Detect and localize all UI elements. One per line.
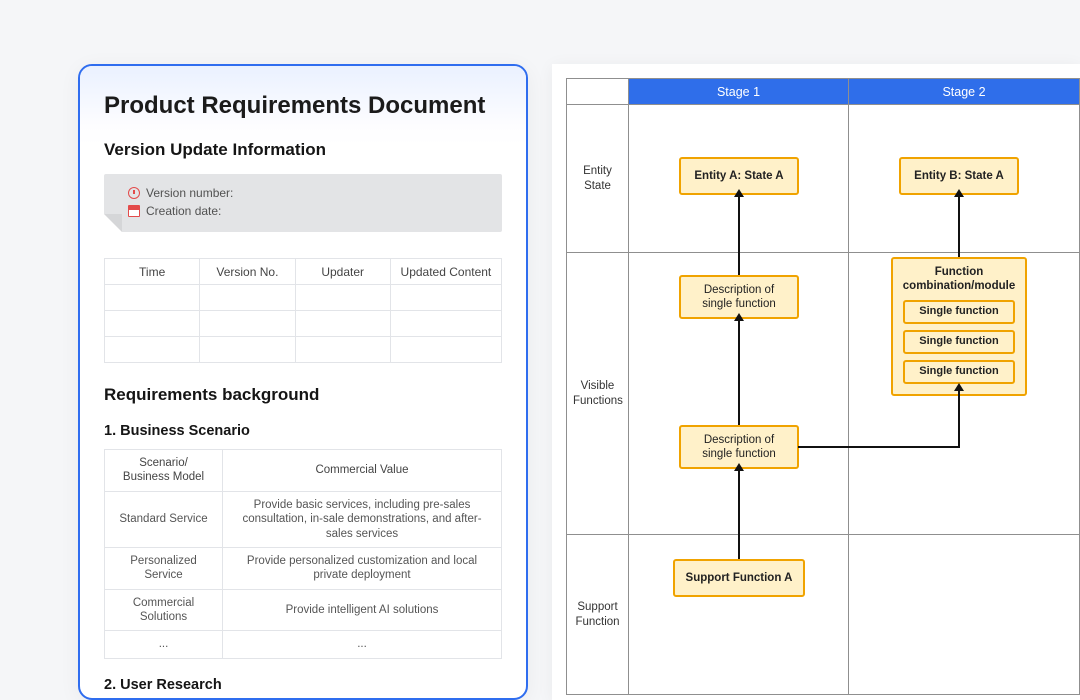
- arrow-up: [958, 195, 960, 257]
- arrow-up: [738, 319, 740, 425]
- col-updated-content: Updated Content: [390, 259, 501, 285]
- arrow-up: [738, 195, 740, 277]
- lane-visible-stage2: Function combination/module Single funct…: [849, 253, 1080, 535]
- col-commercial-value: Commercial Value: [223, 450, 502, 492]
- module-item: Single function: [903, 330, 1015, 354]
- table-row: Standard Service Provide basic services,…: [105, 491, 502, 547]
- lane-visible-stage1: Description of single function Descripti…: [629, 253, 849, 535]
- corner-cell: [567, 79, 629, 105]
- col-scenario: Scenario/ Business Model: [105, 450, 223, 492]
- heading-user-research: 2. User Research: [104, 677, 502, 693]
- swimlane-table: Stage 1 Stage 2 Entity State Entity A: S…: [566, 78, 1080, 695]
- row-support-function: Support Function: [567, 535, 629, 695]
- table-row: Commercial Solutions Provide intelligent…: [105, 589, 502, 631]
- row-entity-state: Entity State: [567, 105, 629, 253]
- table-row: ... ...: [105, 631, 502, 658]
- module-item: Single function: [903, 300, 1015, 324]
- col-version-no: Version No.: [200, 259, 295, 285]
- row-visible-functions: Visible Functions: [567, 253, 629, 535]
- lane-entity-stage2: Entity B: State A: [849, 105, 1080, 253]
- stage-1-header: Stage 1: [629, 79, 849, 105]
- version-history-table: Time Version No. Updater Updated Content: [104, 258, 502, 363]
- clock-icon: [128, 187, 140, 199]
- connector-line: [849, 446, 960, 448]
- version-number-label: Version number:: [146, 184, 233, 202]
- version-meta-box: Version number: Creation date:: [104, 174, 502, 232]
- table-row: [105, 285, 502, 311]
- section-requirements-background: Requirements background: [104, 385, 502, 405]
- module-title: Function combination/module: [903, 265, 1015, 294]
- arrow-up: [958, 389, 960, 447]
- function-module: Function combination/module Single funct…: [891, 257, 1027, 396]
- creation-date-label: Creation date:: [146, 202, 221, 220]
- prd-document-card: Product Requirements Document Version Up…: [78, 64, 528, 700]
- section-version-info: Version Update Information: [104, 140, 502, 160]
- table-row: [105, 311, 502, 337]
- col-updater: Updater: [295, 259, 390, 285]
- heading-business-scenario: 1. Business Scenario: [104, 423, 502, 439]
- table-row: Personalized Service Provide personalize…: [105, 547, 502, 589]
- module-item: Single function: [903, 360, 1015, 384]
- doc-title: Product Requirements Document: [104, 92, 502, 120]
- process-diagram-card: Stage 1 Stage 2 Entity State Entity A: S…: [552, 64, 1080, 700]
- lane-support-stage2: [849, 535, 1080, 695]
- stage-2-header: Stage 2: [849, 79, 1080, 105]
- dogear-corner: [104, 214, 122, 232]
- lane-support-stage1: Support Function A: [629, 535, 849, 695]
- table-row: [105, 337, 502, 363]
- support-function-a: Support Function A: [673, 559, 805, 597]
- scenario-table: Scenario/ Business Model Commercial Valu…: [104, 449, 502, 659]
- calendar-icon: [128, 205, 140, 217]
- col-time: Time: [105, 259, 200, 285]
